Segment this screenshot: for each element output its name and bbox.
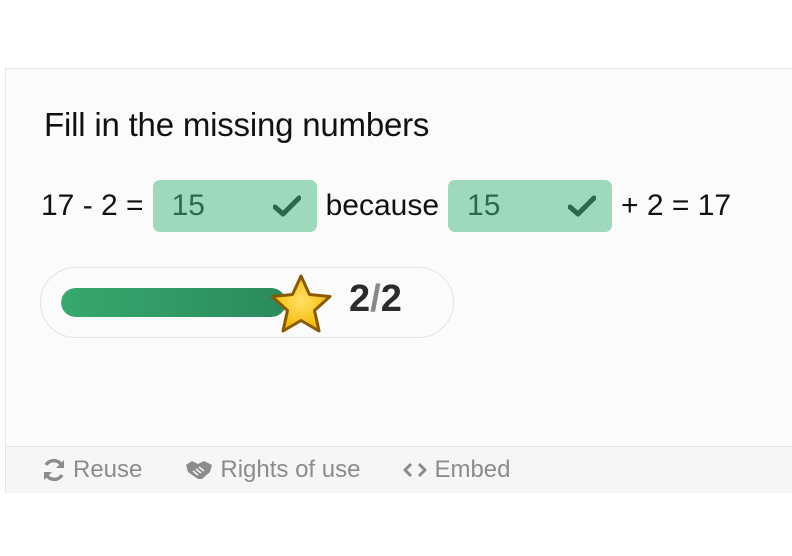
star-icon	[270, 274, 332, 333]
embed-label: Embed	[434, 456, 511, 483]
exercise-title: Fill in the missing numbers	[44, 106, 430, 143]
answer-field-2[interactable]: 15	[448, 180, 613, 232]
progress-bar-fill	[61, 288, 286, 317]
footer-bar: Reuse Rights of use Embed	[6, 446, 792, 493]
score-separator: /	[370, 278, 381, 320]
handshake-icon	[186, 461, 213, 479]
reuse-link[interactable]: Reuse	[41, 456, 142, 484]
answer-value-2: 15	[467, 189, 501, 222]
equation-row: 17 - 2 = 15 because 15 + 2 = 17	[41, 180, 731, 232]
answer-value-1: 15	[171, 189, 205, 222]
equation-text-1: 17 - 2 =	[41, 189, 144, 222]
answer-field-1[interactable]: 15	[152, 180, 317, 232]
score-total: 2	[380, 278, 402, 320]
progress-indicator: 2/2	[40, 267, 454, 338]
equation-text-3: + 2 = 17	[621, 189, 732, 222]
score-done: 2	[349, 278, 371, 320]
score-text: 2/2	[349, 278, 402, 321]
equation-text-2: because	[325, 189, 440, 222]
embed-link[interactable]: Embed	[402, 456, 511, 484]
rights-of-use-link[interactable]: Rights of use	[184, 456, 360, 484]
refresh-icon	[44, 458, 64, 482]
progress-bar	[61, 288, 286, 317]
exercise-card: Fill in the missing numbers 17 - 2 = 15 …	[5, 68, 792, 493]
reuse-label: Reuse	[73, 456, 143, 483]
check-icon	[568, 195, 597, 217]
code-icon	[403, 462, 427, 478]
check-icon	[272, 195, 301, 217]
rights-of-use-label: Rights of use	[220, 456, 361, 483]
